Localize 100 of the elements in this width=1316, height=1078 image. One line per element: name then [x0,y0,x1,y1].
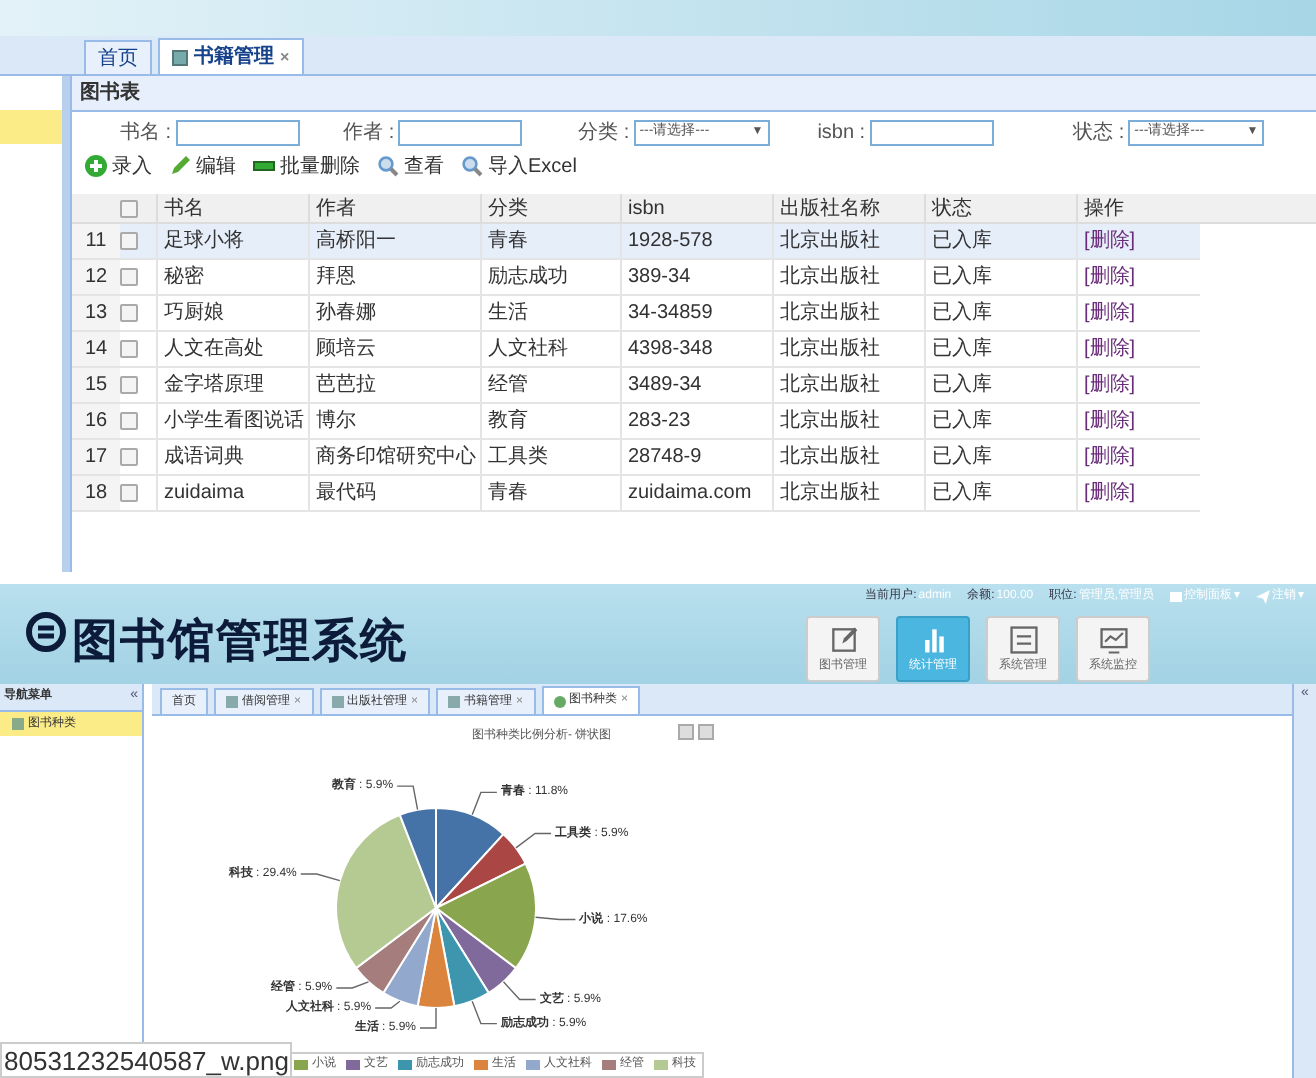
table-cell: 成语词典 [156,440,308,474]
checkbox[interactable] [120,484,138,502]
column-header[interactable]: 状态 [924,194,1076,222]
window-icon [1170,592,1182,602]
table-cell: 商务印馆研究中心 [308,440,480,474]
table-row[interactable]: 16 小学生看图说话 博尔 教育 283-23 北京出版社 已入库 [删除] [72,404,1200,440]
leader-line [396,785,419,811]
close-icon[interactable]: × [280,45,290,69]
table-row[interactable]: 17 成语词典 商务印馆研究中心 工具类 28748-9 北京出版社 已入库 [删除] [72,440,1200,476]
paper-plane-icon [1256,590,1270,604]
toolbar-button[interactable]: 查看 [376,151,444,181]
column-header[interactable]: 作者 [308,194,480,222]
field-label: 分类 : [578,119,630,147]
table-cell: 已入库 [924,476,1076,510]
table-row[interactable]: 15 金字塔原理 芭芭拉 经管 3489-34 北京出版社 已入库 [删除] [72,368,1200,404]
toolbar-button[interactable]: 编辑 [168,151,236,181]
toolbar-button[interactable]: 批量删除 [252,151,360,181]
table-cell: 3489-34 [620,368,772,402]
table-row[interactable]: 18 zuidaima 最代码 青春 zuidaima.com 北京出版社 已入库 [删除] [72,476,1200,512]
table-row[interactable]: 13 巧厨娘 孙春娜 生活 34-34859 北京出版社 已入库 [删除] [72,296,1200,332]
table-cell: 北京出版社 [772,332,924,366]
document-icon [172,49,188,65]
leader-line [300,873,341,882]
table-cell: 人文在高处 [156,332,308,366]
delete-link[interactable]: [删除] [1076,332,1200,366]
table-cell: 芭芭拉 [308,368,480,402]
column-header[interactable]: 分类 [480,194,620,222]
edit-icon [827,623,859,655]
checkbox[interactable] [120,376,138,394]
table-cell: 足球小将 [156,224,308,258]
checkbox[interactable] [120,232,138,250]
plus-icon [84,154,108,178]
leader-line [534,916,577,921]
table-cell: 小学生看图说话 [156,404,308,438]
table-cell: 389-34 [620,260,772,294]
column-header[interactable]: 出版社名称 [772,194,924,222]
delete-link[interactable]: [删除] [1076,440,1200,474]
checkbox[interactable] [120,412,138,430]
checkbox[interactable] [120,199,138,217]
delete-link[interactable]: [删除] [1076,260,1200,294]
delete-link[interactable]: [删除] [1076,296,1200,330]
table-cell: 4398-348 [620,332,772,366]
leader-line [471,791,498,816]
logo-icon [26,612,66,652]
table-cell: 励志成功 [480,260,620,294]
checkbox[interactable] [120,340,138,358]
table-cell: 最代码 [308,476,480,510]
leader-line [471,1000,498,1025]
table-cell: 青春 [480,476,620,510]
input-field[interactable] [869,119,994,145]
table-cell: 已入库 [924,368,1076,402]
delete-link[interactable]: [删除] [1076,476,1200,510]
delete-link[interactable]: [删除] [1076,224,1200,258]
checkbox[interactable] [120,304,138,322]
table-row[interactable]: 14 人文在高处 顾培云 人文社科 4398-348 北京出版社 已入库 [删除] [72,332,1200,368]
table-cell: 已入库 [924,404,1076,438]
table-cell: 34-34859 [620,296,772,330]
delete-link[interactable]: [删除] [1076,368,1200,402]
input-field[interactable] [175,119,300,145]
input-field[interactable] [398,119,523,145]
field-label: 作者 : [343,119,395,147]
column-header[interactable]: isbn [620,194,772,222]
checkbox[interactable] [120,448,138,466]
table-cell: 生活 [480,296,620,330]
field-label: isbn : [817,119,866,147]
table-cell: 北京出版社 [772,224,924,258]
column-header[interactable]: 书名 [156,194,308,222]
table-cell: zuidaima.com [620,476,772,510]
table-row[interactable]: 12 秘密 拜恩 励志成功 389-34 北京出版社 已入库 [删除] [72,260,1200,296]
table-cell: 博尔 [308,404,480,438]
table-cell: 北京出版社 [772,260,924,294]
table-cell: zuidaima [156,476,308,510]
toolbar-button[interactable]: 录入 [84,151,152,181]
tab[interactable]: 首页 [84,40,152,74]
table-row[interactable]: 11 足球小将 高桥阳一 青春 1928-578 北京出版社 已入库 [删除] [72,224,1200,260]
leader-line [502,981,537,1001]
document-icon [448,696,461,708]
toolbar-button[interactable]: 导入Excel [460,151,577,181]
delete-link[interactable]: [删除] [1076,404,1200,438]
print-button[interactable] [678,724,694,740]
leader-line [335,981,370,989]
pie-icon [553,695,566,707]
checkbox[interactable] [120,268,138,286]
table-cell: 北京出版社 [772,296,924,330]
leader-line [515,832,552,849]
table-cell: 已入库 [924,296,1076,330]
download-button[interactable] [698,724,714,740]
leader-line [374,1000,401,1009]
pencil-icon [168,154,192,178]
table-cell: 人文社科 [480,332,620,366]
table-cell: 北京出版社 [772,404,924,438]
folder-icon [12,718,24,730]
tab[interactable]: 书籍管理 × [158,38,304,74]
monitor-icon [1097,623,1129,655]
panel-title: 图书表 [72,76,1316,112]
table-cell: 北京出版社 [772,440,924,474]
app-logo: 图书馆管理系统 [72,612,408,670]
leader-line [419,1007,437,1029]
table-cell: 1928-578 [620,224,772,258]
column-header[interactable]: 操作 [1076,194,1200,222]
